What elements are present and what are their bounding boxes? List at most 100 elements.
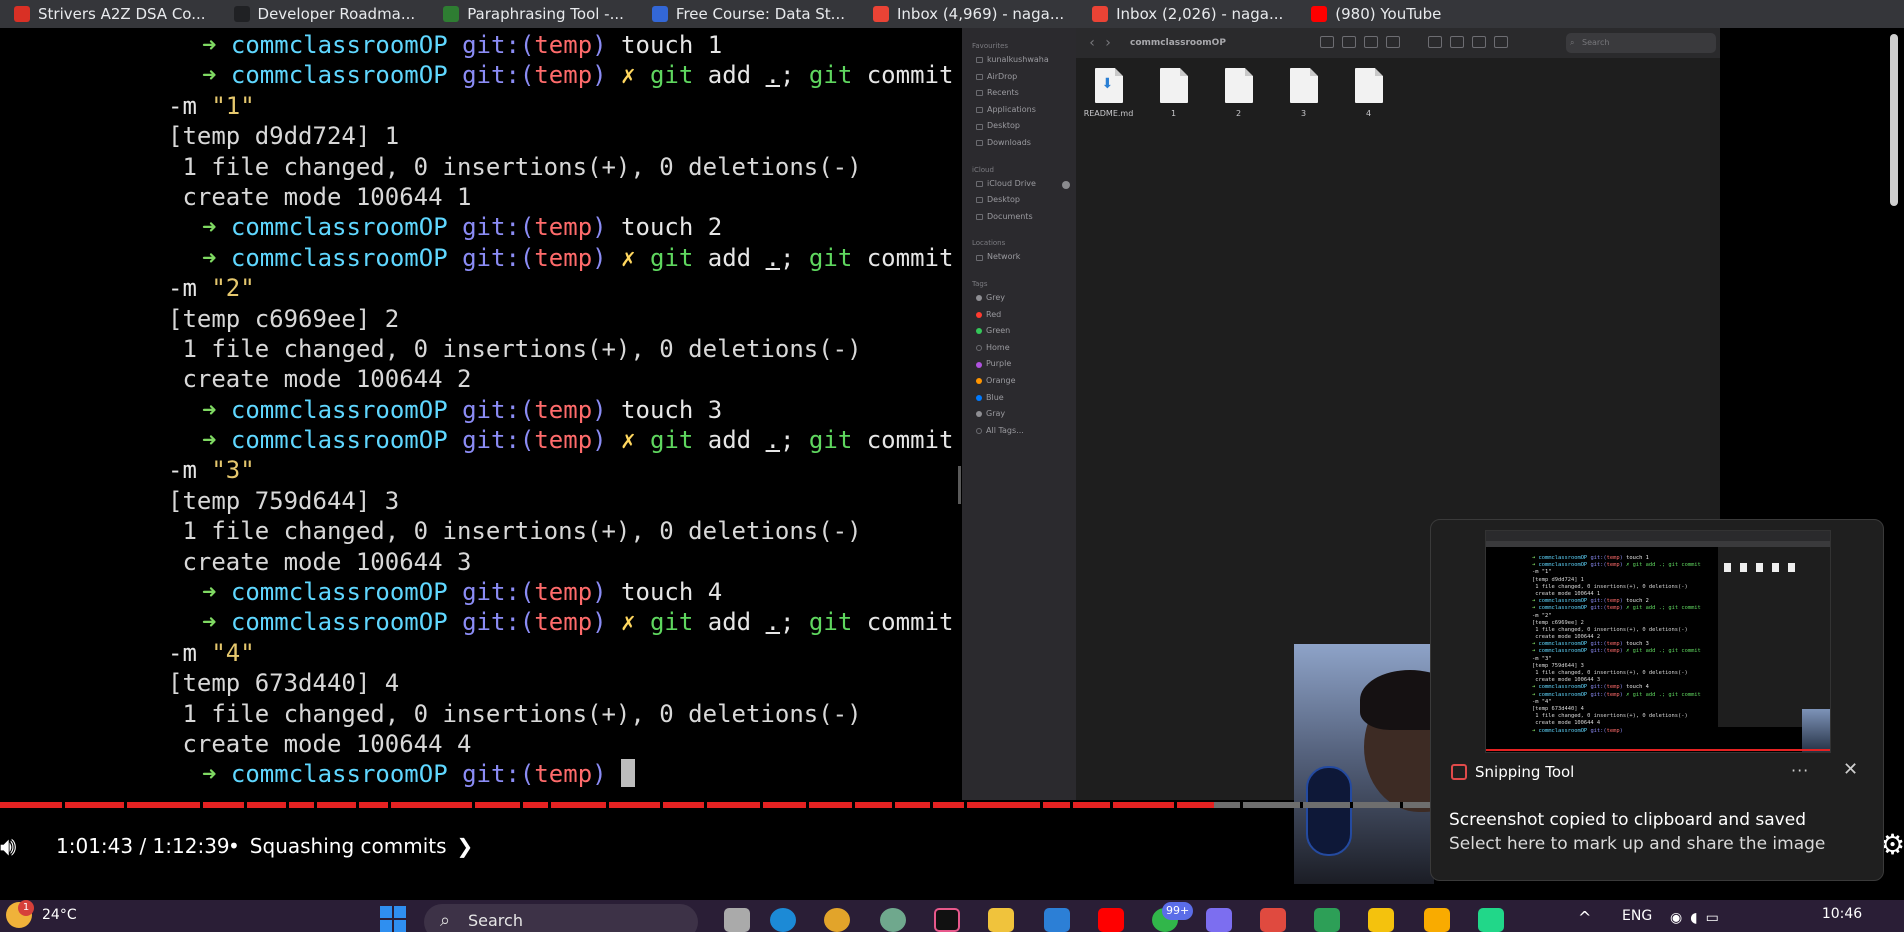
copilot-icon[interactable] (1206, 908, 1232, 932)
start-button-icon[interactable] (380, 906, 406, 932)
chapter-marker (244, 802, 247, 808)
thumb-git: git:( (1590, 648, 1607, 655)
finder-sidebar-item[interactable]: AirDrop (962, 69, 1076, 86)
thumb-dir: commclassroomOP (1538, 641, 1591, 648)
terminal-pane[interactable]: ➜ commclassroomOP git:(temp) touch 1 ➜ co… (0, 28, 962, 800)
thumbnail-file (1724, 563, 1731, 572)
system-tray-icons[interactable]: ◉◖▭ (1670, 910, 1727, 926)
sticky-notes-icon[interactable] (1368, 908, 1394, 932)
list-view-icon[interactable] (1342, 36, 1356, 48)
finder-sidebar-item[interactable]: Blue (962, 390, 1076, 407)
task-view-icon[interactable] (724, 908, 750, 932)
terminal-output-text: [temp d9dd724] 1 (168, 122, 400, 151)
chapter-marker (1110, 802, 1113, 808)
tag-color-dot-icon (976, 361, 982, 368)
finder-sidebar-item[interactable]: Downloads (962, 135, 1076, 152)
finder-sidebar-item[interactable]: Recents (962, 85, 1076, 102)
terminal-command: -m (168, 274, 212, 303)
file-item[interactable]: 2 (1206, 68, 1271, 118)
chrome-icon[interactable] (824, 908, 850, 932)
chapter-title[interactable]: • Squashing commits ❯ (228, 834, 473, 858)
chapter-marker (472, 802, 475, 808)
weather-badge: 1 (18, 900, 34, 916)
volume-icon[interactable]: 🔊︎ (0, 832, 16, 863)
finder-sidebar-item[interactable]: Desktop (962, 192, 1076, 209)
file-explorer-icon[interactable] (988, 908, 1014, 932)
finder-sidebar-heading: Favourites (972, 42, 1009, 50)
terminal-line: ➜ commclassroomOP git:(temp) touch 1 (202, 30, 953, 60)
finder-sidebar-item[interactable]: kunalkushwaha (962, 52, 1076, 69)
desktop-icon (976, 123, 983, 130)
finder-sidebar-item[interactable]: Network (962, 249, 1076, 266)
more-options-icon[interactable]: ··· (1791, 761, 1809, 780)
thumb-out: 1 file changed, 0 insertions(+), 0 delet… (1532, 626, 1688, 633)
back-arrow-icon[interactable]: ‹ (1084, 35, 1100, 51)
finder-sidebar-item[interactable]: Gray (962, 406, 1076, 423)
finder-sidebar-item[interactable]: Green (962, 323, 1076, 340)
finder-sidebar-item[interactable]: iCloud Drive (962, 176, 1076, 193)
weather-widget[interactable]: 1 24°C (6, 900, 77, 928)
terminal-output-text: [temp c6969ee] 2 (168, 304, 400, 333)
close-icon[interactable]: ✕ (1843, 759, 1858, 780)
finder-sidebar-item[interactable]: All Tags... (962, 423, 1076, 440)
finder-sidebar-item[interactable]: Home (962, 340, 1076, 357)
snip-subtext[interactable]: Select here to mark up and share the ima… (1449, 834, 1825, 854)
screenshot-thumbnail[interactable]: ➜ commclassroomOP git:(temp) touch 1 ➜ co… (1485, 530, 1831, 753)
split-divider-handle[interactable] (958, 466, 961, 504)
finder-sidebar-item[interactable]: Grey (962, 290, 1076, 307)
pycharm-icon[interactable] (1478, 908, 1504, 932)
edge-icon[interactable] (770, 908, 796, 932)
clock[interactable]: 10:46 (1812, 906, 1872, 922)
vscode-icon[interactable] (1044, 908, 1070, 932)
chevron-up-icon[interactable]: ^ (1578, 908, 1591, 927)
keep-icon[interactable] (1424, 908, 1450, 932)
chatgpt-icon[interactable] (880, 908, 906, 932)
icon-view-icon[interactable] (1320, 36, 1334, 48)
bookmark-item[interactable]: Inbox (4,969) - naga... (859, 0, 1078, 28)
chapter-marker (806, 802, 809, 808)
bookmark-item[interactable]: Inbox (2,026) - naga... (1078, 0, 1297, 28)
tag-color-dot-icon (976, 427, 982, 434)
terminal-command: commit (852, 426, 954, 455)
finder-sidebar-item[interactable]: Desktop (962, 118, 1076, 135)
finder-sidebar-item[interactable]: Applications (962, 102, 1076, 119)
finder-sidebar-item[interactable]: Red (962, 307, 1076, 324)
intellij-icon[interactable] (934, 908, 960, 932)
taskbar-search[interactable]: ⌕ Search (424, 904, 698, 932)
finder-sidebar-item[interactable]: Orange (962, 373, 1076, 390)
finder-sidebar-item[interactable]: Purple (962, 356, 1076, 373)
language-indicator[interactable]: ENG (1622, 908, 1652, 924)
google-drive-icon[interactable] (1314, 908, 1340, 932)
bookmark-item[interactable]: Free Course: Data St... (638, 0, 859, 28)
file-item[interactable]: ⬇ README.md (1076, 68, 1141, 118)
search-icon: ⌕ (440, 910, 451, 931)
tag-color-dot-icon (976, 345, 982, 352)
group-icon[interactable] (1428, 36, 1442, 48)
tag-icon[interactable] (1472, 36, 1486, 48)
share-icon[interactable] (1450, 36, 1464, 48)
temperature: 24°C (42, 907, 77, 923)
file-item[interactable]: 3 (1271, 68, 1336, 118)
bookmark-item[interactable]: (980) YouTube (1297, 0, 1455, 28)
file-item[interactable]: 4 (1336, 68, 1401, 118)
page-scrollbar[interactable] (1890, 34, 1898, 206)
thumb-out: [temp d9dd724] 1 (1532, 576, 1584, 583)
file-grid: ⬇ README.md 1 2 3 4 (1076, 68, 1401, 118)
thumbnail-line: -m "3" (1532, 656, 1701, 663)
prompt-directory: commclassroomOP (230, 578, 463, 607)
forward-arrow-icon[interactable]: › (1100, 35, 1116, 51)
bookmark-item[interactable]: Paraphrasing Tool -... (429, 0, 638, 28)
finder-sidebar-item[interactable]: Documents (962, 209, 1076, 226)
bookmark-item[interactable]: Strivers A2Z DSA Co... (0, 0, 220, 28)
column-view-icon[interactable] (1364, 36, 1378, 48)
gallery-view-icon[interactable] (1386, 36, 1400, 48)
bookmark-item[interactable]: Developer Roadma... (220, 0, 430, 28)
finder-search-input[interactable]: ⌕ Search (1566, 33, 1716, 53)
gmail-icon[interactable] (1260, 908, 1286, 932)
more-actions-icon[interactable] (1494, 36, 1508, 48)
snipping-notification[interactable]: ➜ commclassroomOP git:(temp) touch 1 ➜ co… (1430, 519, 1884, 881)
thumb-git: git:( (1590, 641, 1607, 648)
youtube-icon[interactable] (1098, 908, 1124, 932)
prompt-arrow: ➜ (202, 243, 231, 272)
file-item[interactable]: 1 (1141, 68, 1206, 118)
